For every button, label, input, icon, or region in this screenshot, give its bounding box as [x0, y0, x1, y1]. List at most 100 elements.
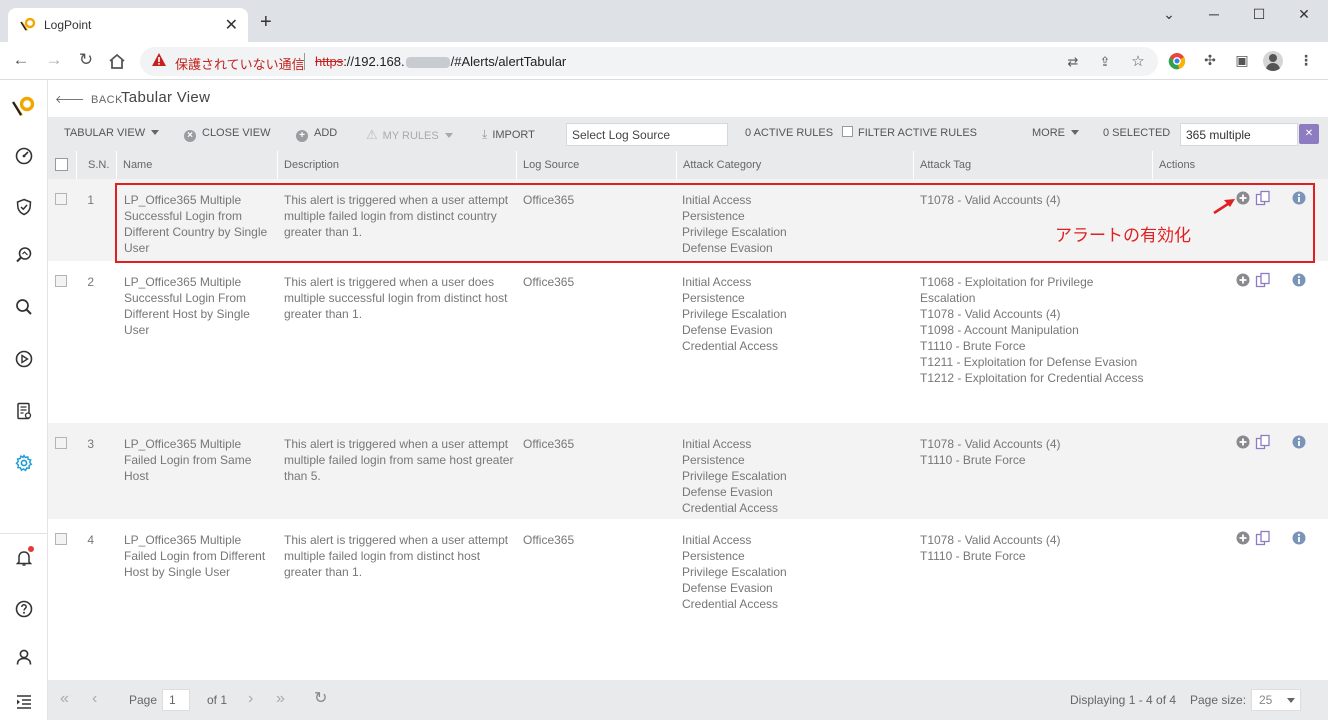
maximize-icon[interactable]: ☐	[1249, 6, 1269, 23]
col-description[interactable]: Description	[277, 151, 516, 179]
more-dropdown[interactable]: MORE	[1032, 127, 1079, 139]
page-label: Page	[129, 693, 158, 707]
back-link[interactable]: 🡐 BACK	[55, 92, 123, 106]
displaying-count: Displaying 1 - 4 of 4	[1070, 693, 1177, 707]
tab-search-chevron-icon[interactable]: ⌄	[1159, 6, 1179, 23]
report-icon[interactable]	[13, 400, 35, 422]
logpoint-favicon-icon	[20, 17, 36, 31]
clear-search-icon[interactable]: ✕	[1299, 124, 1319, 144]
cell-categories: Initial Access Persistence Privilege Esc…	[682, 193, 787, 255]
cell-name: LP_Office365 Multiple Successful Login f…	[124, 193, 268, 255]
cell-categories: Initial Access Persistence Privilege Esc…	[682, 533, 787, 611]
first-page-icon[interactable]: «	[60, 691, 69, 707]
cell-description: This alert is triggered when a user atte…	[284, 193, 509, 239]
row-checkbox[interactable]	[55, 193, 67, 205]
browser-menu-icon[interactable]: ⋮	[1295, 52, 1317, 69]
search-analytics-icon[interactable]	[13, 244, 35, 266]
import-button[interactable]: ⤓ IMPORT	[482, 127, 535, 142]
tab-title: LogPoint	[44, 18, 92, 32]
clone-rule-icon[interactable]	[1255, 530, 1271, 546]
page-size-select[interactable]: 25	[1251, 689, 1301, 711]
help-icon[interactable]	[13, 598, 35, 620]
translate-icon[interactable]: ⇄	[1063, 54, 1083, 70]
chrome-extension-icon[interactable]	[1167, 51, 1187, 71]
address-bar[interactable]: 保護されていない通信 https://192.168./#Alerts/aler…	[140, 47, 1158, 76]
annotation-arrow-icon	[1213, 199, 1235, 215]
clone-rule-icon[interactable]	[1255, 272, 1271, 288]
log-source-input[interactable]	[566, 123, 728, 146]
clone-rule-icon[interactable]	[1255, 190, 1271, 206]
enable-rule-plus-icon[interactable]	[1236, 531, 1250, 545]
forward-arrow-icon[interactable]: →	[43, 50, 65, 70]
new-tab-icon[interactable]: +	[260, 12, 272, 32]
plus-circle-icon: +	[296, 130, 308, 142]
shield-check-icon[interactable]	[13, 196, 35, 218]
enable-rule-plus-icon[interactable]	[1236, 435, 1250, 449]
last-page-icon[interactable]: »	[276, 691, 285, 707]
prev-page-icon[interactable]: ‹	[92, 691, 97, 707]
pagination-bar: « ‹ Page 1 of 1 › » ↻ Displaying 1 - 4 o…	[48, 680, 1328, 720]
row-checkbox[interactable]	[55, 275, 67, 287]
back-arrow-icon: 🡐	[55, 94, 85, 106]
dashboard-icon[interactable]	[13, 145, 35, 167]
search-input[interactable]	[1180, 123, 1298, 146]
enable-rule-plus-icon[interactable]	[1236, 273, 1250, 287]
close-circle-icon: ×	[184, 130, 196, 142]
chevron-down-icon	[444, 133, 453, 138]
window-close-icon[interactable]: ✕	[1294, 6, 1314, 23]
minimize-icon[interactable]: ─	[1204, 6, 1224, 22]
add-button[interactable]: + ADD	[296, 127, 337, 142]
back-arrow-icon[interactable]: ←	[10, 50, 32, 70]
search-icon[interactable]	[13, 296, 35, 318]
cell-log-source: Office365	[523, 533, 575, 547]
browser-tab[interactable]: LogPoint ✕	[8, 8, 248, 42]
col-name[interactable]: Name	[116, 151, 277, 179]
bookmark-star-icon[interactable]: ☆	[1128, 52, 1148, 70]
selected-count: 0 SELECTED	[1103, 127, 1171, 139]
close-view-button[interactable]: × CLOSE VIEW	[184, 127, 270, 142]
page-number-input[interactable]: 1	[162, 689, 190, 711]
info-icon[interactable]	[1292, 191, 1306, 205]
col-log-source[interactable]: Log Source	[516, 151, 676, 179]
col-attack-tag[interactable]: Attack Tag	[913, 151, 1152, 179]
col-attack-category[interactable]: Attack Category	[676, 151, 913, 179]
cell-sn: 2	[87, 275, 94, 289]
refresh-icon[interactable]: ↻	[314, 691, 327, 707]
collapse-menu-icon[interactable]	[13, 691, 35, 713]
profile-avatar[interactable]	[1263, 51, 1283, 71]
cell-name: LP_Office365 Multiple Failed Login from …	[124, 533, 266, 579]
table-row[interactable]: 3 LP_Office365 Multiple Failed Login from…	[48, 423, 1328, 519]
cell-name: LP_Office365 Multiple Failed Login from …	[124, 437, 252, 483]
filter-active-checkbox[interactable]	[842, 126, 853, 137]
annotation-label: アラートの有効化	[1055, 226, 1191, 246]
play-circle-icon[interactable]	[13, 348, 35, 370]
share-icon[interactable]: ⇪	[1095, 54, 1115, 70]
row-checkbox[interactable]	[55, 437, 67, 449]
url-divider	[304, 53, 305, 70]
cell-tags: T1068 - Exploitation for Privilege Escal…	[920, 275, 1144, 385]
info-icon[interactable]	[1292, 531, 1306, 545]
col-sn[interactable]: S.N.	[76, 151, 116, 179]
table-row[interactable]: 1 LP_Office365 Multiple Successful Login …	[48, 179, 1328, 261]
tabular-view-dropdown[interactable]: TABULAR VIEW	[64, 127, 160, 139]
info-icon[interactable]	[1292, 273, 1306, 287]
logpoint-logo-icon[interactable]	[12, 96, 36, 118]
select-all-checkbox[interactable]	[55, 158, 68, 171]
info-icon[interactable]	[1292, 435, 1306, 449]
extensions-puzzle-icon[interactable]: ✣	[1199, 52, 1221, 69]
user-profile-icon[interactable]	[13, 646, 35, 668]
home-icon[interactable]	[108, 53, 126, 69]
notifications-bell-icon[interactable]	[13, 546, 35, 569]
reload-icon[interactable]: ↻	[75, 50, 97, 70]
row-checkbox[interactable]	[55, 533, 67, 545]
next-page-icon[interactable]: ›	[248, 691, 253, 707]
tab-close-icon[interactable]: ✕	[225, 15, 238, 35]
side-panel-icon[interactable]: ▣	[1231, 52, 1253, 69]
clone-rule-icon[interactable]	[1255, 434, 1271, 450]
table-row[interactable]: 4 LP_Office365 Multiple Failed Login from…	[48, 519, 1328, 618]
settings-gear-icon[interactable]	[13, 452, 35, 474]
table-row[interactable]: 2 LP_Office365 Multiple Successful Login …	[48, 261, 1328, 423]
my-rules-dropdown[interactable]: ⚠ MY RULES	[366, 127, 453, 143]
cell-sn: 3	[87, 437, 94, 451]
browser-toolbar: ← → ↻ 保護されていない通信 https://192.168./#Alert…	[0, 42, 1328, 80]
